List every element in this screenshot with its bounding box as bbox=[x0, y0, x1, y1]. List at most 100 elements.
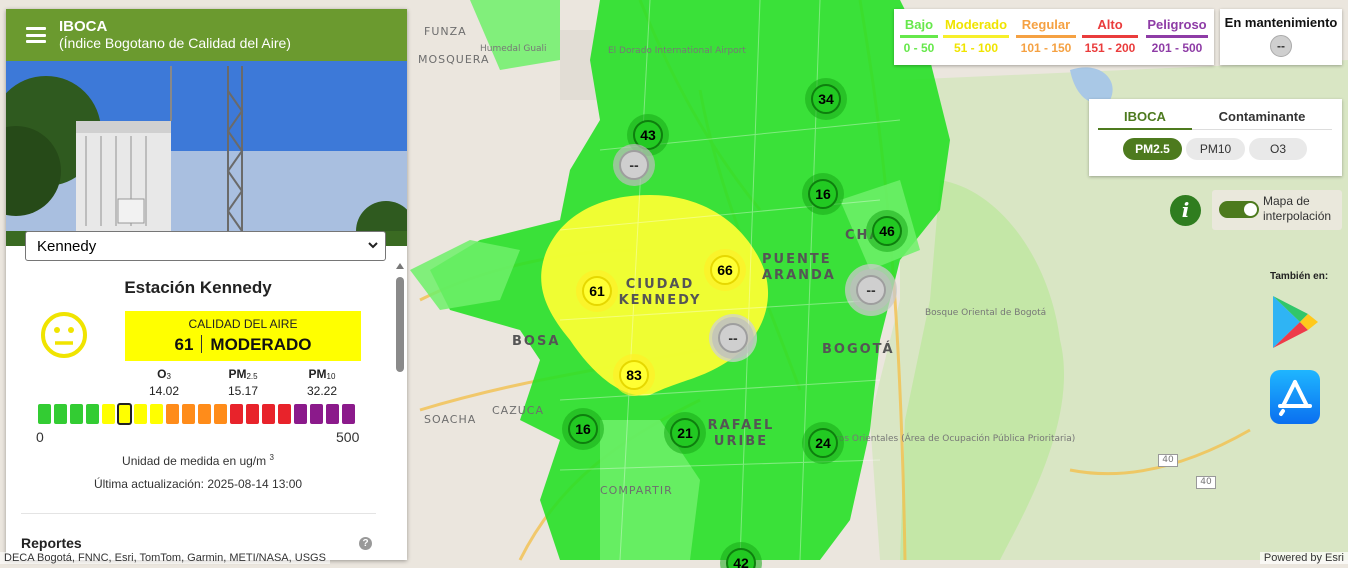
station-marker[interactable]: -- bbox=[619, 150, 649, 180]
scale-segment bbox=[166, 404, 179, 424]
station-marker[interactable]: 34 bbox=[811, 84, 841, 114]
map-label-puente-aranda: PUENTE ARANDA bbox=[762, 252, 836, 283]
air-quality-badge: CALIDAD DEL AIRE 61 MODERADO bbox=[125, 311, 361, 361]
iboca-legend: Bajo 0 - 50 Moderado 51 - 100 Regular 101 -… bbox=[894, 9, 1214, 65]
station-marker[interactable]: -- bbox=[856, 275, 886, 305]
maintenance-legend: En mantenimiento -- bbox=[1220, 9, 1342, 65]
map-label-mosquera: MOSQUERA bbox=[418, 53, 490, 66]
pollutant-value: 14.02 bbox=[148, 384, 180, 398]
pollutant-value: 15.17 bbox=[227, 384, 259, 398]
station-select[interactable]: Kennedy bbox=[25, 231, 386, 261]
also-on-label: También en: bbox=[1270, 271, 1329, 282]
map-label-bosa: BOSA bbox=[512, 334, 561, 349]
scale-segment bbox=[262, 404, 275, 424]
station-marker[interactable]: 43 bbox=[633, 120, 663, 150]
station-panel: IBOCA (Índice Bogotano de Calidad del Ai… bbox=[6, 9, 407, 560]
air-quality-label: CALIDAD DEL AIRE bbox=[188, 317, 298, 331]
interpolation-toggle[interactable] bbox=[1219, 201, 1259, 218]
road-shield-40: 40 bbox=[1196, 476, 1216, 489]
interpolation-label: Mapa de interpolación bbox=[1263, 194, 1332, 223]
map-label-funza: FUNZA bbox=[424, 25, 467, 38]
app-subtitle: (Índice Bogotano de Calidad del Aire) bbox=[59, 35, 291, 51]
scale-segment bbox=[310, 404, 323, 424]
station-marker[interactable]: 21 bbox=[670, 418, 700, 448]
station-marker[interactable]: 66 bbox=[710, 255, 740, 285]
legend-bajo: Bajo 0 - 50 bbox=[900, 17, 938, 55]
scale-segment bbox=[54, 404, 67, 424]
last-updated: Última actualización: 2025-08-14 13:00 bbox=[93, 477, 303, 491]
maintenance-label: En mantenimiento bbox=[1224, 15, 1338, 30]
help-icon[interactable]: ? bbox=[359, 537, 372, 550]
scale-segment bbox=[86, 404, 99, 424]
station-select-value: Kennedy bbox=[37, 237, 97, 255]
app-store-icon[interactable] bbox=[1270, 370, 1320, 424]
scale-segment bbox=[230, 404, 243, 424]
station-name: Estación Kennedy bbox=[124, 278, 272, 297]
pollutant-pm10: PM10 32.22 bbox=[292, 367, 352, 398]
map-label-soacha: SOACHA bbox=[424, 413, 477, 426]
neutral-face-icon bbox=[41, 312, 87, 358]
iboca-value: 61 bbox=[174, 335, 194, 354]
station-marker[interactable]: 16 bbox=[568, 414, 598, 444]
station-marker[interactable]: 83 bbox=[619, 360, 649, 390]
scale-segment bbox=[294, 404, 307, 424]
map-label-humedal: Humedal Guali bbox=[480, 44, 547, 54]
map-label-bogota: BOGOTÁ bbox=[822, 342, 895, 357]
panel-header: IBOCA (Índice Bogotano de Calidad del Ai… bbox=[6, 9, 407, 61]
scale-max: 500 bbox=[336, 429, 360, 445]
pill-pm25[interactable]: PM2.5 bbox=[1123, 138, 1182, 160]
powered-by[interactable]: Powered by Esri bbox=[1259, 552, 1348, 564]
legend-moderado: Moderado 51 - 100 bbox=[943, 17, 1009, 55]
scale-segment bbox=[134, 404, 147, 424]
iboca-scale bbox=[38, 403, 355, 425]
map-label-ciudad-kennedy: CIUDAD KENNEDY bbox=[618, 277, 702, 308]
pill-o3[interactable]: O3 bbox=[1249, 138, 1307, 160]
map-attribution: DECA Bogotá, FNNC, Esri, TomTom, Garmin,… bbox=[0, 552, 330, 564]
station-marker[interactable]: 46 bbox=[872, 216, 902, 246]
google-play-icon[interactable] bbox=[1270, 294, 1320, 350]
map-label-airport: El Dorado International Airport bbox=[608, 46, 746, 57]
layer-selector: IBOCA Contaminante PM2.5 PM10 O3 bbox=[1089, 99, 1342, 176]
station-marker[interactable]: 24 bbox=[808, 428, 838, 458]
scale-segment bbox=[102, 404, 115, 424]
scale-segment bbox=[182, 404, 195, 424]
scale-segment bbox=[246, 404, 259, 424]
divider bbox=[21, 513, 376, 514]
pollutant-o3: O3 14.02 bbox=[134, 367, 194, 398]
scale-segment bbox=[326, 404, 339, 424]
scale-segment bbox=[214, 404, 227, 424]
station-marker[interactable]: -- bbox=[718, 323, 748, 353]
scale-segment bbox=[117, 403, 132, 425]
tab-iboca[interactable]: IBOCA bbox=[1098, 109, 1192, 130]
station-marker[interactable]: 61 bbox=[582, 276, 612, 306]
iboca-category: MODERADO bbox=[210, 335, 312, 354]
scrollbar[interactable] bbox=[395, 263, 405, 557]
scroll-thumb[interactable] bbox=[396, 277, 404, 372]
hamburger-menu-icon[interactable] bbox=[26, 27, 46, 43]
scale-segment bbox=[278, 404, 291, 424]
scale-segment bbox=[150, 404, 163, 424]
chevron-down-icon bbox=[368, 242, 378, 249]
station-details: Estación Kennedy CALIDAD DEL AIRE 61 MODE… bbox=[6, 261, 395, 560]
reports-heading[interactable]: Reportes bbox=[21, 535, 82, 551]
scroll-up-arrow-icon[interactable] bbox=[396, 263, 404, 269]
map-label-bosque: Bosque Oriental de Bogotá bbox=[925, 308, 1047, 318]
legend-peligroso: Peligroso 201 - 500 bbox=[1146, 17, 1208, 55]
tab-contaminante[interactable]: Contaminante bbox=[1192, 109, 1332, 130]
road-shield-40: 40 bbox=[1158, 454, 1178, 467]
unit-text: Unidad de medida en ug/m 3 bbox=[122, 453, 274, 468]
scale-segment bbox=[38, 404, 51, 424]
info-icon[interactable]: i bbox=[1170, 195, 1201, 226]
station-marker[interactable]: 16 bbox=[808, 179, 838, 209]
maintenance-marker: -- bbox=[1270, 35, 1292, 57]
scale-segment bbox=[342, 404, 355, 424]
scale-segment bbox=[198, 404, 211, 424]
map-label-compartir: COMPARTIR bbox=[600, 484, 673, 497]
pill-pm10[interactable]: PM10 bbox=[1186, 138, 1245, 160]
scale-min: 0 bbox=[36, 429, 44, 445]
pollutant-value: 32.22 bbox=[306, 384, 338, 398]
station-photo bbox=[6, 61, 407, 246]
scale-segment bbox=[70, 404, 83, 424]
legend-regular: Regular 101 - 150 bbox=[1016, 17, 1076, 55]
app-title: IBOCA bbox=[59, 18, 108, 35]
